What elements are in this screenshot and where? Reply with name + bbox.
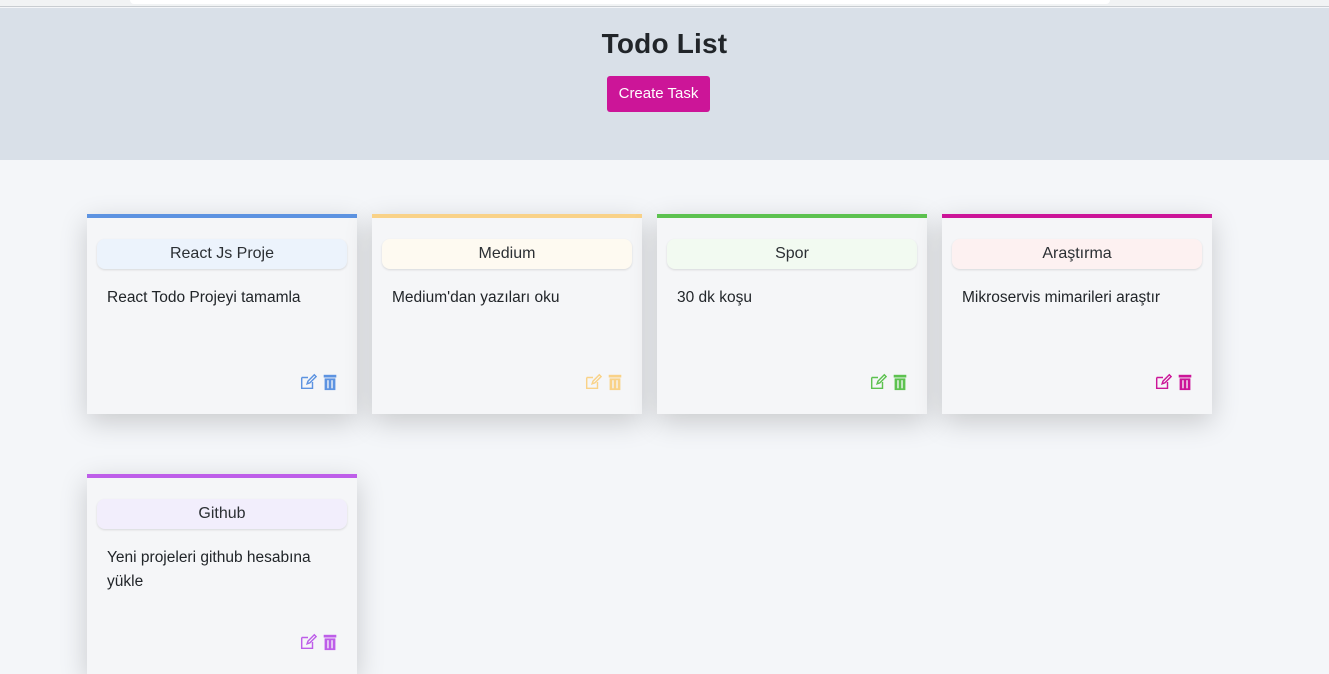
- task-card-description: Medium'dan yazıları oku: [392, 289, 560, 306]
- browser-address-bar[interactable]: [130, 0, 1110, 4]
- task-card: React Js Proje React Todo Projeyi tamaml…: [87, 214, 357, 414]
- task-card-description: Yeni projeleri github hesabına yükle: [107, 549, 311, 590]
- edit-icon[interactable]: [869, 373, 887, 391]
- edit-icon[interactable]: [299, 633, 317, 651]
- trash-icon[interactable]: [606, 373, 624, 391]
- task-card-description: Mikroservis mimarileri araştır: [962, 289, 1161, 306]
- trash-icon[interactable]: [321, 633, 339, 651]
- edit-icon[interactable]: [584, 373, 602, 391]
- task-card-title: React Js Proje: [97, 239, 347, 269]
- create-task-button[interactable]: Create Task: [607, 76, 710, 112]
- edit-icon[interactable]: [299, 373, 317, 391]
- task-card-actions: [299, 373, 339, 393]
- task-card-actions: [1154, 373, 1194, 393]
- task-card-actions: [299, 633, 339, 653]
- trash-icon[interactable]: [1176, 373, 1194, 391]
- task-card-title: Github: [97, 499, 347, 529]
- task-card-actions: [869, 373, 909, 393]
- task-card-title: Spor: [667, 239, 917, 269]
- page-header: Todo List Create Task: [0, 8, 1329, 160]
- task-card-description: React Todo Projeyi tamamla: [107, 289, 301, 306]
- task-card: Araştırma Mikroservis mimarileri araştır: [942, 214, 1212, 414]
- task-card: Medium Medium'dan yazıları oku: [372, 214, 642, 414]
- edit-icon[interactable]: [1154, 373, 1172, 391]
- task-card-description: 30 dk koşu: [677, 289, 752, 306]
- task-card-title: Araştırma: [952, 239, 1202, 269]
- trash-icon[interactable]: [891, 373, 909, 391]
- page-title: Todo List: [601, 28, 728, 59]
- task-card-actions: [584, 373, 624, 393]
- task-card: Spor 30 dk koşu: [657, 214, 927, 414]
- task-card: Github Yeni projeleri github hesabına yü…: [87, 474, 357, 674]
- browser-top-strip: [0, 0, 1329, 7]
- trash-icon[interactable]: [321, 373, 339, 391]
- task-card-title: Medium: [382, 239, 632, 269]
